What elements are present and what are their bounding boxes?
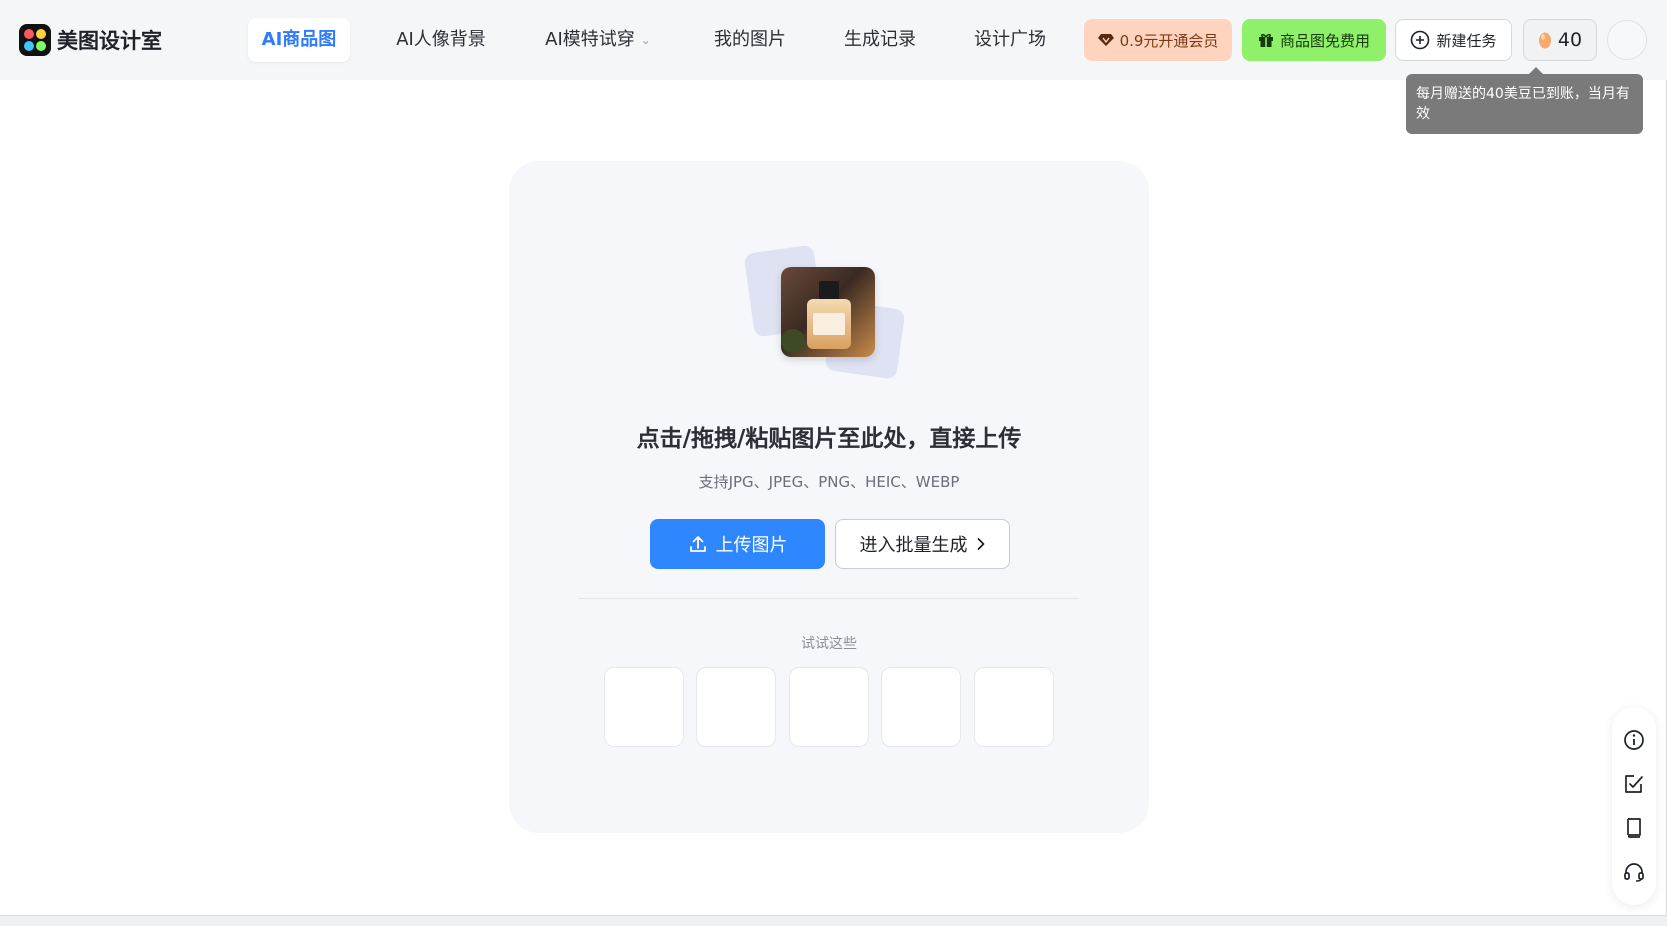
supported-formats: 支持JPG、JPEG、PNG、HEIC、WEBP [698, 473, 960, 491]
try-these-label: 试试这些 [801, 636, 857, 652]
beans-balance[interactable]: 40 [1523, 19, 1597, 61]
bottle-label [813, 313, 845, 335]
sample-image-4[interactable] [881, 667, 961, 747]
gift-icon [1258, 33, 1273, 47]
beans-tooltip: 每月赠送的40美豆已到账，当月有效 [1406, 67, 1643, 134]
info-icon[interactable] [1622, 728, 1646, 752]
lemon-shape [781, 329, 805, 353]
perfume-bottle-image [781, 267, 875, 357]
nav-generation-history[interactable]: 生成记录 [836, 18, 924, 62]
app-window: 美图设计室 AI商品图 AI人像背景 AI模特试穿 ⌄ 我的图片 生成记录 设计广… [0, 0, 1667, 916]
bean-icon [1538, 32, 1551, 49]
headset-icon[interactable] [1622, 860, 1646, 884]
sample-image-1[interactable] [604, 667, 684, 747]
divider [579, 598, 1079, 599]
edit-icon[interactable] [1622, 772, 1646, 796]
app-logo-icon [19, 24, 51, 56]
nav-label: AI人像背景 [396, 29, 486, 50]
side-toolbar [1612, 707, 1656, 905]
new-task-button[interactable]: 新建任务 [1395, 19, 1512, 61]
new-task-label: 新建任务 [1436, 31, 1497, 50]
nav-label: 生成记录 [844, 29, 916, 50]
chevron-down-icon: ⌄ [640, 33, 651, 47]
nav-label: 我的图片 [714, 29, 786, 50]
product-illustration [743, 244, 909, 380]
app-logo[interactable]: 美图设计室 [19, 24, 162, 56]
tooltip-text: 每月赠送的40美豆已到账，当月有效 [1416, 86, 1630, 122]
app-name: 美图设计室 [57, 29, 162, 53]
sample-image-3[interactable] [789, 667, 869, 747]
sample-image-5[interactable] [974, 667, 1054, 747]
vip-label: 0.9元开通会员 [1119, 31, 1219, 50]
nav-ai-product-image[interactable]: AI商品图 [248, 18, 350, 62]
vip-button[interactable]: 0.9元开通会员 [1084, 19, 1232, 61]
top-navigation-bar: 美图设计室 AI商品图 AI人像背景 AI模特试穿 ⌄ 我的图片 生成记录 设计广… [0, 0, 1667, 80]
batch-generate-label: 进入批量生成 [859, 535, 968, 556]
nav-ai-model-tryon[interactable]: AI模特试穿 ⌄ [536, 18, 660, 62]
upload-image-label: 上传图片 [715, 535, 788, 556]
upload-image-button[interactable]: 上传图片 [650, 519, 825, 569]
free-label: 商品图免费用 [1279, 31, 1370, 50]
free-product-image-button[interactable]: 商品图免费用 [1242, 19, 1386, 61]
plus-circle-icon [1411, 30, 1430, 50]
nav-design-plaza[interactable]: 设计广场 [966, 18, 1054, 62]
bottle-cap [819, 281, 839, 301]
chevron-right-icon [977, 538, 984, 550]
book-icon[interactable] [1622, 816, 1646, 840]
nav-my-images[interactable]: 我的图片 [706, 18, 794, 62]
diamond-icon [1097, 34, 1114, 46]
sample-images [604, 667, 1054, 747]
batch-generate-button[interactable]: 进入批量生成 [835, 519, 1010, 569]
nav-label: 设计广场 [974, 29, 1046, 50]
nav-label: AI商品图 [261, 29, 337, 50]
beans-count: 40 [1557, 29, 1583, 51]
sample-image-2[interactable] [696, 667, 776, 747]
upload-headline: 点击/拖拽/粘贴图片至此处，直接上传 [636, 426, 1022, 452]
nav-ai-portrait-background[interactable]: AI人像背景 [384, 18, 498, 62]
upload-icon [689, 536, 706, 552]
nav-label: AI模特试穿 [545, 29, 635, 50]
upload-dropzone[interactable]: 点击/拖拽/粘贴图片至此处，直接上传 支持JPG、JPEG、PNG、HEIC、W… [509, 161, 1149, 833]
avatar[interactable] [1607, 20, 1647, 60]
